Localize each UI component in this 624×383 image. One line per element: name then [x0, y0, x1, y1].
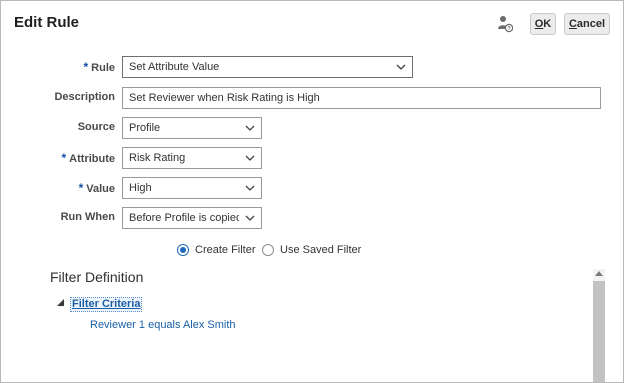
source-value: Profile: [129, 122, 161, 134]
chevron-down-icon: [245, 125, 255, 131]
create-filter-label: Create Filter: [195, 244, 256, 256]
attribute-select[interactable]: Risk Rating: [122, 147, 262, 169]
value-label-text: Value: [86, 183, 115, 195]
required-marker: *: [83, 60, 89, 74]
cancel-mnemonic: C: [568, 18, 577, 30]
radio-unselected-icon: [262, 244, 274, 256]
filter-criteria-node[interactable]: Filter Criteria: [70, 297, 143, 312]
value-select[interactable]: High: [122, 177, 262, 199]
description-value: Set Reviewer when Risk Rating is High: [129, 92, 320, 104]
run-when-value: Before Profile is copied to: [129, 212, 239, 224]
edit-rule-dialog: Edit Rule ? OK Cancel * Rule Set Attribut…: [0, 0, 624, 383]
chevron-down-icon: [245, 215, 255, 221]
rule-label-text: Rule: [91, 62, 115, 74]
ok-label-rest: K: [543, 18, 552, 30]
source-label: Source: [77, 121, 115, 133]
source-select[interactable]: Profile: [122, 117, 262, 139]
cancel-label-rest: ancel: [576, 18, 606, 30]
scroll-up-arrow-icon[interactable]: [595, 270, 603, 276]
value-label: * Value: [79, 181, 115, 195]
rule-value: Set Attribute Value: [129, 61, 220, 73]
radio-selected-icon: [177, 244, 189, 256]
run-when-select[interactable]: Before Profile is copied to: [122, 207, 262, 229]
description-label: Description: [54, 91, 115, 103]
dialog-title: Edit Rule: [14, 14, 80, 31]
ok-button[interactable]: OK: [530, 13, 556, 35]
run-when-label: Run When: [60, 211, 115, 223]
use-saved-filter-radio[interactable]: Use Saved Filter: [262, 244, 361, 256]
required-marker: *: [61, 151, 67, 165]
attribute-label-text: Attribute: [69, 153, 115, 165]
description-input[interactable]: Set Reviewer when Risk Rating is High: [122, 87, 601, 109]
use-saved-filter-label: Use Saved Filter: [280, 244, 362, 256]
person-help-icon[interactable]: ?: [497, 15, 513, 33]
chevron-down-icon: [245, 155, 255, 161]
required-marker: *: [78, 181, 84, 195]
chevron-down-icon: [245, 185, 255, 191]
expanded-triangle-icon[interactable]: [57, 299, 65, 307]
create-filter-radio[interactable]: Create Filter: [177, 244, 256, 256]
value-value: High: [129, 182, 152, 194]
rule-label: * Rule: [83, 60, 115, 74]
cancel-button[interactable]: Cancel: [564, 13, 610, 35]
filter-condition-item[interactable]: Reviewer 1 equals Alex Smith: [90, 319, 236, 331]
filter-definition-title: Filter Definition: [50, 269, 144, 285]
scrollbar-thumb[interactable]: [593, 281, 605, 382]
attribute-label: * Attribute: [62, 151, 116, 165]
ok-mnemonic: O: [534, 18, 544, 30]
rule-select[interactable]: Set Attribute Value: [122, 56, 413, 78]
attribute-value: Risk Rating: [129, 152, 186, 164]
chevron-down-icon: [396, 64, 406, 70]
